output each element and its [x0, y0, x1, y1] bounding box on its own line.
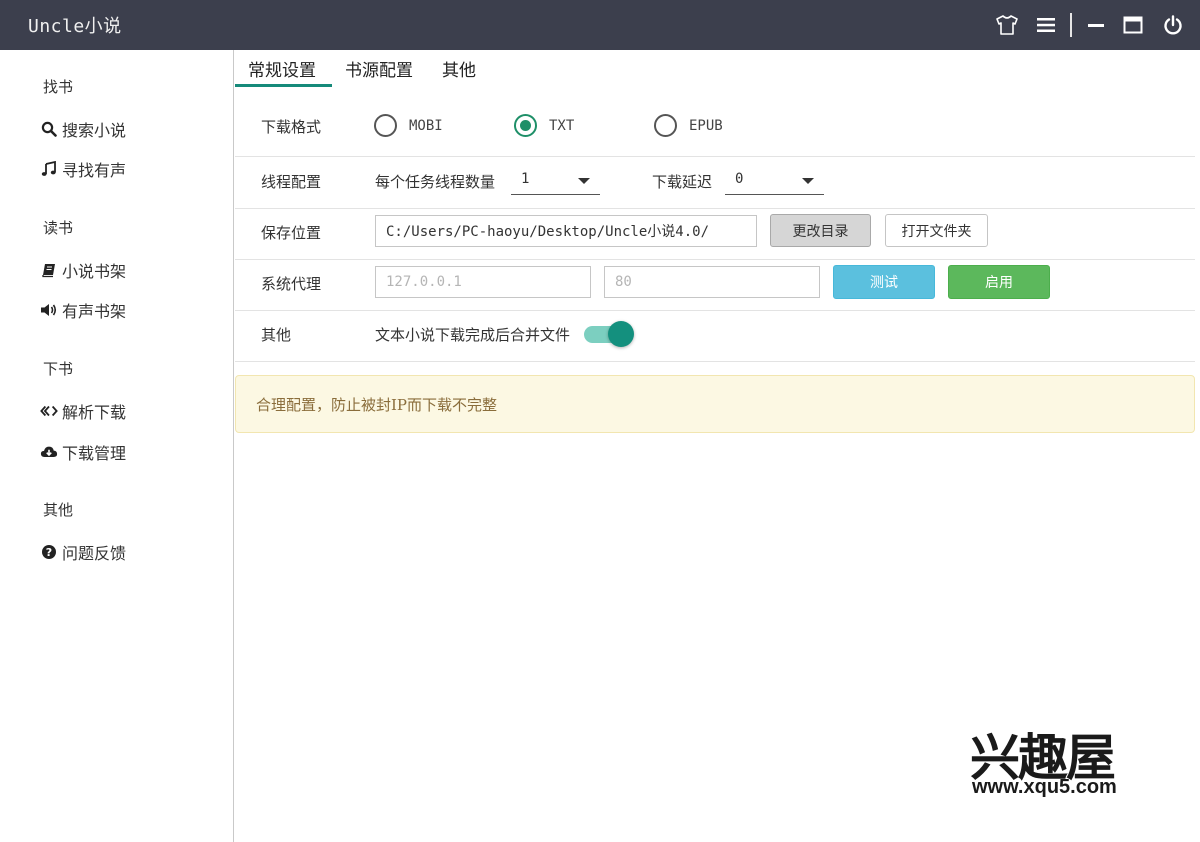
maximize-icon[interactable] [1121, 13, 1145, 37]
select-value: 0 [735, 171, 744, 187]
sidebar-item-search-novel[interactable]: 搜索小说 [40, 116, 126, 142]
minimize-icon[interactable] [1084, 13, 1108, 37]
format-option-label: TXT [549, 117, 575, 134]
proxy-host-field[interactable] [375, 266, 591, 298]
sidebar-item-label: 有声书架 [62, 302, 127, 321]
title-bar: Uncle小说 [0, 0, 1200, 50]
sidebar-item-feedback[interactable]: ? 问题反馈 [40, 539, 126, 565]
titlebar-divider [1070, 13, 1072, 37]
sidebar-item-label: 下载管理 [62, 444, 127, 463]
code-icon [40, 402, 58, 420]
proxy-port-field[interactable] [604, 266, 820, 298]
active-tab-indicator [235, 84, 332, 87]
chevron-down-icon [578, 178, 590, 184]
save-location-row: 保存位置 更改目录 打开文件夹 [235, 209, 1195, 260]
tab-general[interactable]: 常规设置 [248, 56, 316, 86]
question-icon: ? [40, 543, 58, 561]
svg-text:?: ? [46, 546, 52, 559]
watermark-url: www.xqu5.com [972, 776, 1117, 798]
radio-circle [654, 114, 677, 137]
sidebar-section-download: 下书 [43, 360, 74, 378]
alert-text: 合理配置，防止被封IP而下载不完整 [256, 396, 498, 414]
format-radio-txt[interactable]: TXT [514, 114, 574, 137]
sidebar-section-read: 读书 [43, 219, 74, 237]
shirt-icon[interactable] [995, 13, 1019, 37]
sidebar-item-download-manager[interactable]: 下载管理 [40, 439, 126, 465]
radio-circle [514, 114, 537, 137]
sidebar-item-novel-shelf[interactable]: 小说书架 [40, 257, 126, 283]
threads-row: 线程配置 每个任务线程数量 1 下载延迟 0 [235, 157, 1195, 209]
tab-book-source[interactable]: 书源配置 [345, 56, 413, 86]
thread-count-select[interactable]: 1 [511, 165, 600, 195]
sidebar: 找书 搜索小说 寻找有声 读书 小说书架 有声书架 下书 解析下载 下载管理 其… [0, 50, 234, 842]
select-value: 1 [521, 171, 530, 187]
other-row: 其他 文本小说下载完成后合并文件 [235, 311, 1195, 362]
music-icon [40, 160, 58, 178]
sidebar-item-audio-shelf[interactable]: 有声书架 [40, 297, 126, 323]
volume-icon [40, 301, 58, 319]
sidebar-item-label: 搜索小说 [62, 121, 127, 140]
radio-circle [374, 114, 397, 137]
toggle-knob [608, 321, 634, 347]
sidebar-item-label: 解析下载 [62, 403, 127, 422]
thread-count-label: 每个任务线程数量 [375, 173, 496, 191]
other-label: 其他 [261, 326, 292, 344]
sidebar-item-label: 寻找有声 [62, 161, 127, 180]
sidebar-section-other: 其他 [43, 501, 74, 519]
sidebar-item-label: 问题反馈 [62, 544, 127, 563]
menu-icon[interactable] [1034, 13, 1058, 37]
cloud-download-icon [40, 443, 58, 461]
chevron-down-icon [802, 178, 814, 184]
save-path-field[interactable] [375, 215, 757, 247]
open-folder-button[interactable]: 打开文件夹 [885, 214, 988, 247]
power-icon[interactable] [1161, 13, 1185, 37]
threads-label: 线程配置 [261, 173, 322, 191]
format-radio-epub[interactable]: EPUB [654, 114, 723, 137]
merge-files-label: 文本小说下载完成后合并文件 [375, 326, 571, 344]
app-title: Uncle小说 [28, 16, 122, 37]
search-icon [40, 120, 58, 138]
merge-files-toggle[interactable] [584, 321, 634, 347]
format-label: 下载格式 [261, 118, 322, 136]
format-option-label: EPUB [689, 117, 723, 134]
save-location-label: 保存位置 [261, 224, 322, 242]
book-icon [40, 261, 58, 279]
proxy-row: 系统代理 测试 启用 [235, 260, 1195, 311]
sidebar-section-find: 找书 [43, 78, 74, 96]
tab-other[interactable]: 其他 [442, 56, 476, 86]
enable-proxy-button[interactable]: 启用 [948, 265, 1050, 299]
format-option-label: MOBI [409, 117, 443, 134]
sidebar-item-label: 小说书架 [62, 262, 127, 281]
warning-alert: 合理配置，防止被封IP而下载不完整 [235, 375, 1195, 433]
proxy-label: 系统代理 [261, 275, 322, 293]
download-delay-label: 下载延迟 [652, 173, 713, 191]
format-row: 下载格式 MOBI TXT EPUB [235, 103, 1195, 157]
download-delay-select[interactable]: 0 [725, 165, 824, 195]
change-directory-button[interactable]: 更改目录 [770, 214, 871, 247]
format-radio-mobi[interactable]: MOBI [374, 114, 443, 137]
test-proxy-button[interactable]: 测试 [833, 265, 935, 299]
sidebar-item-find-audio[interactable]: 寻找有声 [40, 156, 126, 182]
sidebar-item-parse-download[interactable]: 解析下载 [40, 398, 126, 424]
watermark-logo: 兴趣屋 www.xqu5.com [968, 718, 1148, 804]
